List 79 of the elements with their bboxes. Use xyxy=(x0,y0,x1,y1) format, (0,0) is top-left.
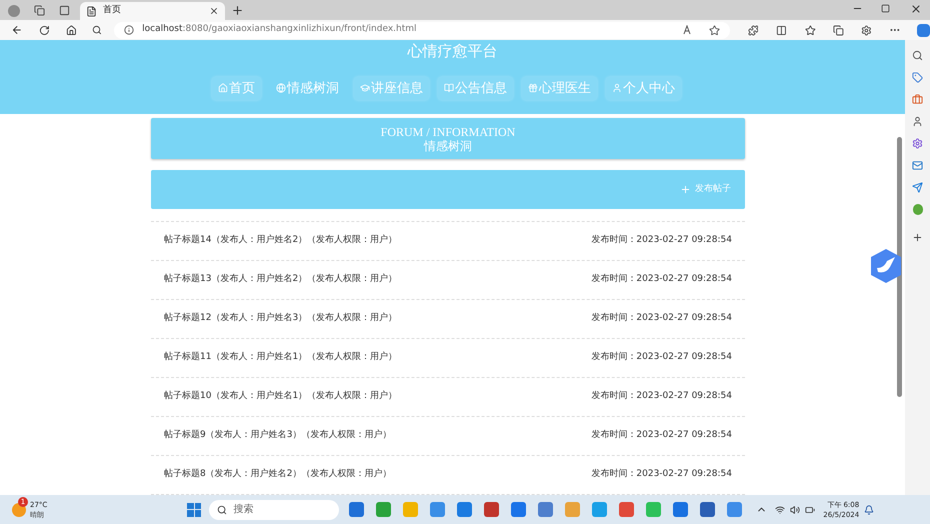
close-window-icon[interactable] xyxy=(910,3,922,15)
post-title: 帖子标题13（发布人：用户姓名2）（发布人权限：用户） xyxy=(164,273,398,286)
section-title: 情感树洞 xyxy=(424,138,472,152)
taskbar-search-field[interactable]: 搜索 xyxy=(209,500,340,520)
search-placeholder: 搜索 xyxy=(233,502,254,517)
back-icon[interactable] xyxy=(11,24,23,36)
post-time: 发布时间：2023-02-27 09:28:54 xyxy=(591,468,732,482)
collections-icon[interactable] xyxy=(833,24,844,36)
post-time: 发布时间：2023-02-27 09:28:54 xyxy=(591,390,732,404)
add-icon[interactable] xyxy=(912,232,923,243)
new-tab-icon[interactable] xyxy=(231,4,244,17)
post-row[interactable]: 帖子标题13（发布人：用户姓名2）（发布人权限：用户） 发布时间：2023-02-27 09:28:54 xyxy=(151,261,745,300)
address-field[interactable]: localhost:8080/gaoxiaoxianshangxinlizhixun/front/index.html xyxy=(114,22,730,38)
nav-icon xyxy=(528,83,538,94)
close-tab-icon[interactable] xyxy=(209,6,219,16)
post-title: 帖子标题14（发布人：用户姓名2）（发布人权限：用户） xyxy=(164,234,398,248)
post-time: 发布时间：2023-02-27 09:28:54 xyxy=(591,234,732,248)
scrollbar[interactable] xyxy=(897,137,902,397)
mail-icon[interactable] xyxy=(912,160,923,171)
post-title: 帖子标题8（发布人：用户姓名2）（发布人权限：用户） xyxy=(164,468,392,482)
restore-icon[interactable] xyxy=(881,4,890,13)
taskbar-app-icon[interactable] xyxy=(484,502,500,517)
post-row[interactable]: 帖子标题11（发布人：用户姓名1）（发布人权限：用户） 发布时间：2023-02-27 09:28:54 xyxy=(151,339,745,378)
wifi-icon[interactable] xyxy=(775,504,786,514)
nav-icon xyxy=(444,83,454,94)
taskbar-app-icon[interactable] xyxy=(700,502,716,517)
post-title: 帖子标题9（发布人：用户姓名3）（发布人权限：用户） xyxy=(164,429,392,442)
nav-icon xyxy=(276,83,286,94)
taskbar-app-icon[interactable] xyxy=(673,502,688,517)
post-row[interactable]: 帖子标题9（发布人：用户姓名3）（发布人权限：用户） 发布时间：2023-02-27 09:28:54 xyxy=(151,417,745,456)
section-title-english: FORUM / INFORMATION xyxy=(380,124,516,138)
taskbar-app-icon[interactable] xyxy=(457,502,472,517)
post-time: 发布时间：2023-02-27 09:28:54 xyxy=(591,351,732,364)
extensions-icon[interactable] xyxy=(748,24,758,36)
taskbar-app-icon[interactable] xyxy=(619,502,634,517)
post-title: 帖子标题10（发布人：用户姓名1）（发布人权限：用户） xyxy=(164,390,398,404)
battery-icon[interactable] xyxy=(805,504,816,514)
post-title: 帖子标题12（发布人：用户姓名3）（发布人权限：用户） xyxy=(164,312,398,326)
send-icon[interactable] xyxy=(912,182,923,193)
post-row[interactable]: 帖子标题10（发布人：用户姓名1）（发布人权限：用户） 发布时间：2023-02-27 09:28:54 xyxy=(151,378,745,417)
post-time: 发布时间：2023-02-27 09:28:54 xyxy=(591,429,732,442)
nav-icon xyxy=(360,83,370,94)
post-time: 发布时间：2023-02-27 09:28:54 xyxy=(591,312,732,326)
tag-icon[interactable] xyxy=(912,72,923,83)
site-title: 心情疗愈平台 xyxy=(408,41,498,62)
taskbar-app-icon[interactable] xyxy=(511,502,526,517)
toolbox-icon[interactable] xyxy=(912,94,923,105)
start-icon[interactable] xyxy=(187,502,202,516)
search-icon xyxy=(217,504,228,514)
volume-icon[interactable] xyxy=(790,504,800,514)
taskbar-app-icon[interactable] xyxy=(376,502,392,517)
page-icon xyxy=(86,6,97,16)
search-icon[interactable] xyxy=(912,50,923,61)
search-icon[interactable] xyxy=(92,25,102,35)
home-icon[interactable] xyxy=(66,24,76,36)
workspaces-icon[interactable] xyxy=(34,5,45,16)
nav-icon xyxy=(218,83,228,94)
split-screen-icon[interactable] xyxy=(776,24,788,36)
nav-icon xyxy=(612,83,622,94)
plus-icon xyxy=(680,184,691,195)
post-row[interactable]: 帖子标题14（发布人：用户姓名2）（发布人权限：用户） 发布时间：2023-02-27 09:28:54 xyxy=(151,222,745,261)
browser-tab[interactable]: 首页 xyxy=(80,2,225,20)
read-aloud-icon[interactable] xyxy=(682,25,693,35)
notification-icon[interactable] xyxy=(864,504,874,514)
taskbar-app-icon[interactable] xyxy=(538,502,554,517)
url-text: localhost:8080/gaoxiaoxianshangxinlizhixun/front/index.html xyxy=(142,23,417,36)
taskbar-app-icon[interactable] xyxy=(430,502,446,517)
tab-actions-icon[interactable] xyxy=(59,5,70,16)
favorites-icon[interactable] xyxy=(805,24,816,36)
tab-title: 首页 xyxy=(103,4,122,18)
taskbar-app-icon[interactable] xyxy=(727,502,742,517)
refresh-icon[interactable] xyxy=(38,24,50,36)
post-title: 帖子标题11（发布人：用户姓名1）（发布人权限：用户） xyxy=(164,351,398,364)
taskbar-app-icon[interactable] xyxy=(349,502,364,517)
favorite-icon[interactable] xyxy=(708,24,720,36)
bird-app-icon[interactable] xyxy=(869,248,903,284)
info-icon[interactable] xyxy=(124,25,134,35)
post-row[interactable]: 帖子标题12（发布人：用户姓名3）（发布人权限：用户） 发布时间：2023-02-27 09:28:54 xyxy=(151,300,745,339)
post-time: 发布时间：2023-02-27 09:28:54 xyxy=(591,273,732,286)
